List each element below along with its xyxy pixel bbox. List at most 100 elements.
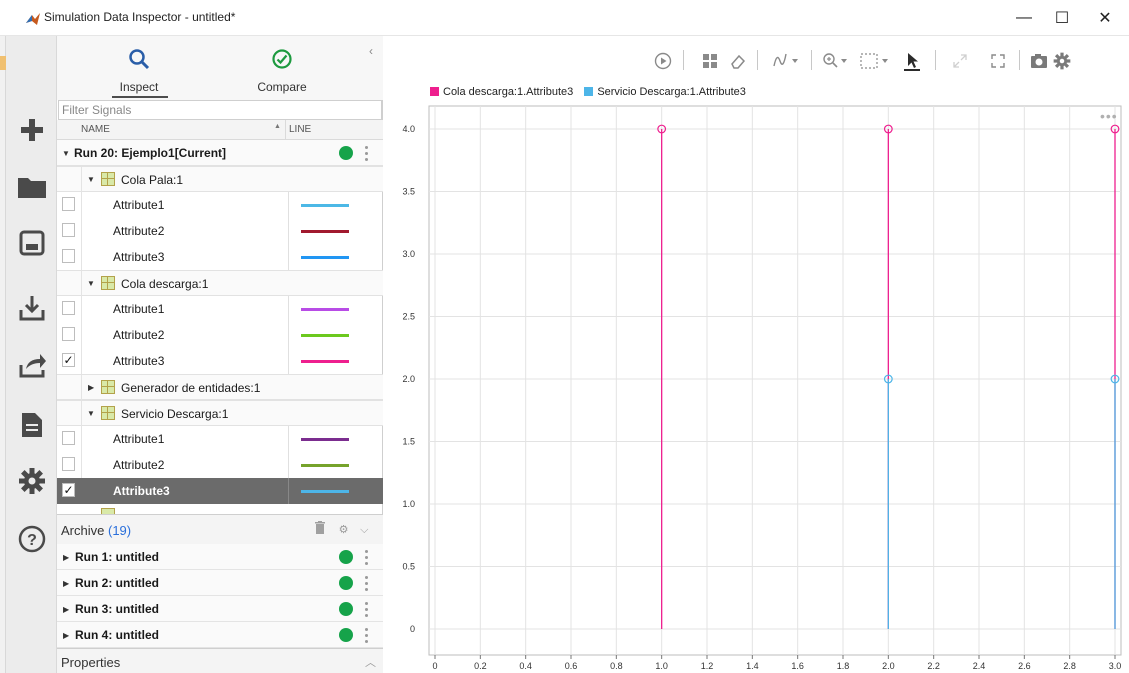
preferences-button[interactable] [16,465,48,497]
settings-button[interactable] [1051,50,1073,72]
signal-row[interactable]: Attribute1 [57,426,383,452]
filter-signals-input[interactable]: Filter Signals [58,100,382,120]
signal-checkbox[interactable] [62,249,75,263]
trash-icon[interactable] [315,521,325,534]
signal-row[interactable]: Attribute2 [57,322,383,348]
y-tick-label: 0 [410,624,415,634]
visualization-icon [773,53,798,67]
collapsed-triangle-icon[interactable]: ▶ [63,579,69,588]
maximize-button[interactable]: ☐ [1043,0,1081,36]
line-style-swatch[interactable] [301,438,349,441]
archive-run-label: Run 4: untitled [75,628,159,642]
x-tick-label: 1.2 [701,661,714,671]
report-button[interactable] [16,409,48,441]
line-style-swatch[interactable] [301,334,349,337]
collapsed-triangle-icon[interactable]: ▶ [63,631,69,640]
legend-item[interactable]: Servicio Descarga:1.Attribute3 [584,86,746,98]
archive-run-row[interactable]: ▶ Run 4: untitled [57,622,383,648]
group-label: Cola Pala:1 [121,173,184,187]
zoom-button[interactable] [821,50,853,72]
collapsed-triangle-icon[interactable]: ▶ [63,605,69,614]
save-button[interactable] [16,227,48,259]
chevron-up-icon[interactable]: ︿ [365,654,376,670]
signal-row[interactable]: Attribute2 [57,452,383,478]
plot-area[interactable]: 0 0.2 0.4 0.6 0.8 1.0 1.2 1.4 1.6 1.8 2.0 2.2 2.4 2.6… [383,100,1129,673]
run-menu-icon[interactable] [364,144,368,162]
window-title: Simulation Data Inspector - untitled* [44,10,236,24]
fullscreen-button[interactable] [987,50,1009,72]
signal-row[interactable]: Attribute3 [57,244,383,270]
minimize-button[interactable]: — [1005,0,1043,36]
group-row-cola-descarga[interactable]: ▼ Cola descarga:1 [57,270,383,297]
signal-label: Attribute3 [113,250,165,264]
row-divider [288,296,289,322]
export-button[interactable] [16,349,48,381]
fit-to-view-button[interactable] [859,50,893,72]
close-button[interactable]: ✕ [1086,0,1124,36]
replay-button[interactable] [651,50,675,72]
line-style-swatch[interactable] [301,256,349,259]
properties-header[interactable]: Properties ︿ [57,648,383,673]
line-style-swatch[interactable] [301,464,349,467]
gear-icon [19,468,45,494]
collapsed-triangle-icon[interactable]: ▶ [88,383,94,392]
signal-checkbox[interactable] [62,457,75,471]
collapse-panel-button[interactable]: ‹ [369,44,373,58]
group-row-servicio-descarga[interactable]: ▼ Servicio Descarga:1 [57,400,383,427]
new-button[interactable] [16,114,48,146]
run-menu-icon[interactable] [364,626,368,644]
expand-button[interactable] [949,50,971,72]
line-style-swatch[interactable] [301,490,349,493]
help-button[interactable]: ? [16,523,48,555]
signal-checkbox-checked[interactable]: ✓ [62,483,75,497]
archive-run-row[interactable]: ▶ Run 1: untitled [57,544,383,570]
signal-checkbox[interactable] [62,327,75,341]
column-line-header[interactable]: LINE [289,124,311,135]
signal-row[interactable]: Attribute2 [57,218,383,244]
column-name-header[interactable]: NAME [81,124,110,135]
legend-item[interactable]: Cola descarga:1.Attribute3 [430,86,573,98]
run-row-current[interactable]: ▼ Run 20: Ejemplo1[Current] [57,140,383,166]
x-tick-label: 1.4 [746,661,759,671]
signal-checkbox[interactable] [62,223,75,237]
archive-run-row[interactable]: ▶ Run 2: untitled [57,570,383,596]
tab-compare[interactable]: Compare [247,46,317,98]
collapsed-triangle-icon[interactable]: ▶ [63,553,69,562]
line-style-swatch[interactable] [301,360,349,363]
archive-chevron-down-icon[interactable]: ⌵ [360,524,368,536]
line-style-swatch[interactable] [301,308,349,311]
open-button[interactable] [16,171,48,203]
clear-button[interactable] [727,50,749,72]
x-tick-label: 0.8 [610,661,623,671]
signal-checkbox[interactable] [62,197,75,211]
signal-checkbox[interactable] [62,301,75,315]
signal-row[interactable]: ✓ Attribute3 [57,348,383,374]
signal-checkbox[interactable] [62,431,75,445]
more-options-icon[interactable]: ••• [1100,108,1118,124]
group-row-cola-pala[interactable]: ▼ Cola Pala:1 [57,166,383,193]
layout-button[interactable] [699,50,721,72]
line-style-swatch[interactable] [301,230,349,233]
expand-triangle-icon[interactable]: ▼ [87,175,95,184]
line-style-swatch[interactable] [301,204,349,207]
archive-run-row[interactable]: ▶ Run 3: untitled [57,596,383,622]
expand-triangle-icon[interactable]: ▼ [62,149,70,158]
group-row-generador[interactable]: ▶ Generador de entidades:1 [57,374,383,401]
import-button[interactable] [16,292,48,324]
x-tick-label: 0.4 [519,661,532,671]
snapshot-button[interactable] [1028,50,1050,72]
run-menu-icon[interactable] [364,600,368,618]
tab-inspect[interactable]: Inspect [104,46,174,98]
signal-row[interactable]: Attribute1 [57,192,383,218]
expand-triangle-icon[interactable]: ▼ [87,279,95,288]
run-menu-icon[interactable] [364,574,368,592]
cursor-button[interactable] [901,50,923,72]
visualization-button[interactable] [771,50,805,72]
archive-header[interactable]: Archive (19) ⚙ ⌵ [57,514,383,544]
run-menu-icon[interactable] [364,548,368,566]
signal-checkbox-checked[interactable]: ✓ [62,353,75,367]
signal-row[interactable]: Attribute1 [57,296,383,322]
signal-row-selected[interactable]: ✓ Attribute3 [57,478,383,504]
archive-settings-icon[interactable]: ⚙ [339,524,349,536]
expand-triangle-icon[interactable]: ▼ [87,409,95,418]
